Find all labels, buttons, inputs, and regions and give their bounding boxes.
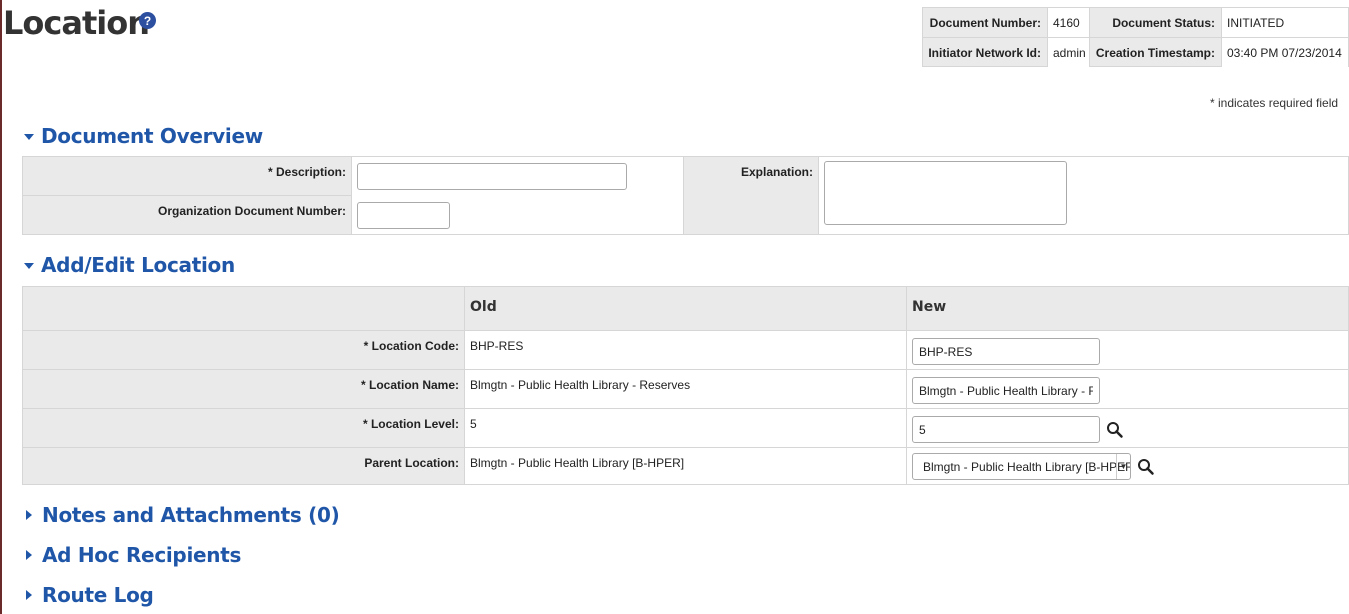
initiator-value: admin: [1047, 38, 1090, 67]
section-add-edit-location[interactable]: Add/Edit Location: [24, 253, 235, 277]
location-level-input[interactable]: [912, 416, 1100, 443]
creation-timestamp-label: Creation Timestamp:: [1095, 45, 1215, 60]
location-code-label: * Location Code:: [23, 331, 465, 369]
location-name-old-value: Blmgtn - Public Health Library - Reserve…: [465, 370, 907, 408]
table-row: * Location Level: 5: [23, 409, 1348, 448]
triangle-down-icon: [24, 263, 34, 269]
column-header-row: Old New: [23, 287, 1348, 331]
explanation-label: Explanation:: [684, 157, 819, 234]
triangle-right-icon: [26, 510, 32, 520]
table-row: * Location Name: Blmgtn - Public Health …: [23, 370, 1348, 409]
creation-timestamp-value: 03:40 PM 07/23/2014: [1221, 38, 1348, 67]
document-number-value: 4160: [1047, 8, 1090, 37]
initiator-label: Initiator Network Id:: [928, 45, 1041, 60]
table-row: Parent Location: Blmgtn - Public Health …: [23, 448, 1348, 484]
new-column-header: New: [907, 287, 1348, 330]
triangle-right-icon: [26, 550, 32, 560]
overview-input-column: [352, 157, 684, 234]
description-label: * Description:: [23, 157, 352, 196]
parent-location-new-cell: Blmgtn - Public Health Library [B-HPER] …: [907, 448, 1348, 484]
help-icon[interactable]: ?: [139, 12, 156, 29]
parent-location-label: Parent Location:: [23, 448, 465, 484]
section-ad-hoc-recipients[interactable]: Ad Hoc Recipients: [24, 543, 241, 567]
section-title-label: Route Log: [42, 583, 154, 607]
table-row: * Location Code: BHP-RES: [23, 331, 1348, 370]
section-route-log[interactable]: Route Log: [24, 583, 154, 607]
parent-location-old-value: Blmgtn - Public Health Library [B-HPER]: [465, 448, 907, 484]
location-level-old-value: 5: [465, 409, 907, 447]
window-left-border: [0, 0, 2, 614]
chevron-down-icon: ▼: [1116, 454, 1130, 479]
magnifier-icon[interactable]: [1106, 421, 1124, 439]
section-title-label: Document Overview: [41, 124, 263, 148]
org-document-number-label: Organization Document Number:: [23, 196, 352, 234]
magnifier-icon[interactable]: [1137, 458, 1155, 476]
triangle-right-icon: [26, 590, 32, 600]
location-name-new-cell: [907, 370, 1348, 408]
location-level-new-cell: [907, 409, 1348, 447]
location-code-new-cell: [907, 331, 1348, 369]
header-spacer: [23, 287, 465, 330]
add-edit-location-panel: Old New * Location Code: BHP-RES * Locat…: [22, 286, 1349, 485]
document-overview-panel: * Description: Organization Document Num…: [22, 156, 1349, 235]
location-code-old-value: BHP-RES: [465, 331, 907, 369]
document-status-value: INITIATED: [1221, 8, 1348, 37]
section-title-label: Ad Hoc Recipients: [42, 543, 242, 567]
explanation-textarea[interactable]: [824, 161, 1067, 225]
location-name-input[interactable]: [912, 377, 1100, 404]
document-status-label: Document Status:: [1112, 15, 1215, 30]
section-title-label: Add/Edit Location: [41, 253, 235, 277]
location-code-input[interactable]: [912, 338, 1100, 365]
document-header: Document Number: 4160 Document Status: I…: [922, 7, 1349, 67]
location-level-label: * Location Level:: [23, 409, 465, 447]
parent-location-selected-value: Blmgtn - Public Health Library [B-HPER]: [923, 459, 1131, 474]
old-column-header: Old: [465, 287, 907, 330]
location-name-label: * Location Name:: [23, 370, 465, 408]
document-number-label: Document Number:: [929, 15, 1041, 30]
page-title: Location: [3, 4, 150, 42]
section-notes-and-attachments[interactable]: Notes and Attachments (0): [24, 503, 340, 527]
section-document-overview[interactable]: Document Overview: [24, 124, 263, 148]
section-title-label: Notes and Attachments (0): [42, 503, 340, 527]
required-field-note: * indicates required field: [1210, 96, 1339, 110]
triangle-down-icon: [24, 134, 34, 140]
parent-location-select[interactable]: Blmgtn - Public Health Library [B-HPER] …: [912, 453, 1131, 480]
